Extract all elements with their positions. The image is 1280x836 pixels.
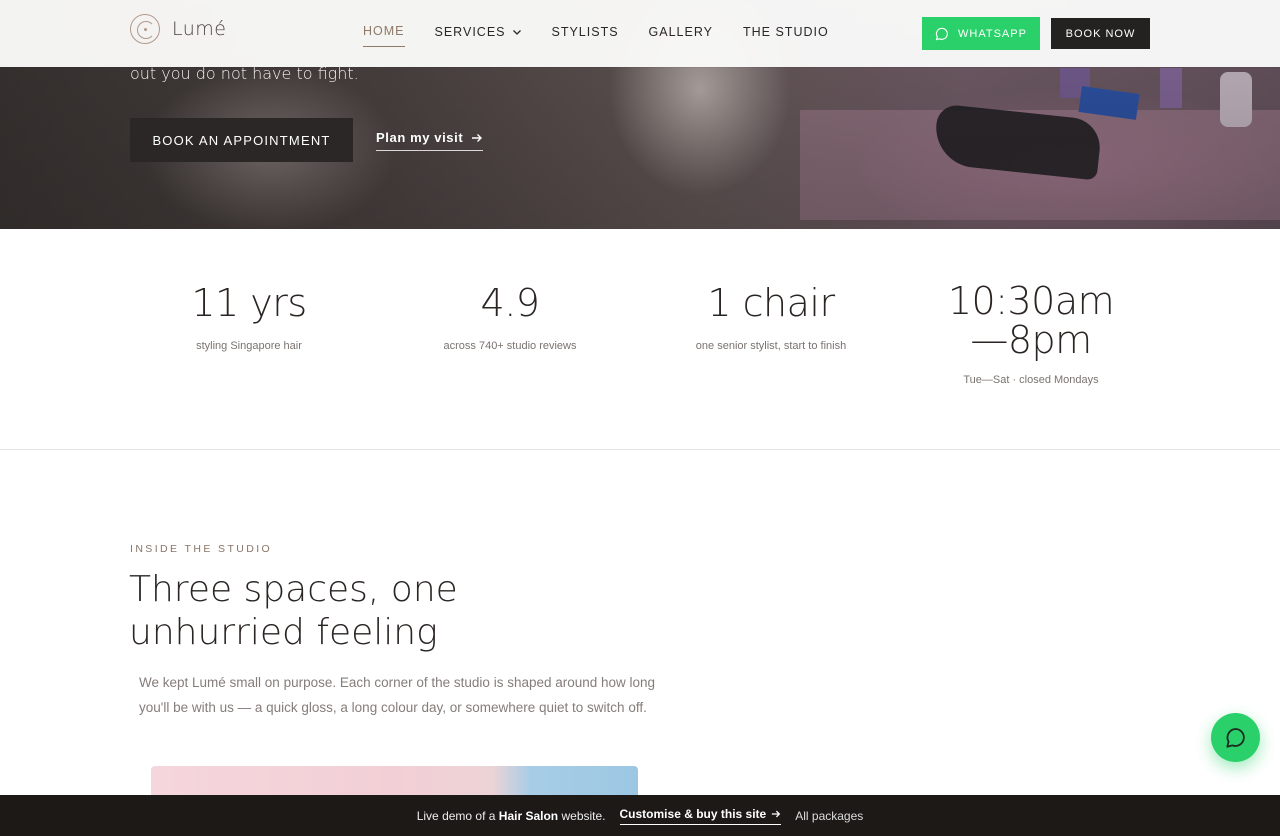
all-packages-link[interactable]: All packages bbox=[795, 809, 863, 823]
stat-label: one senior stylist, start to finish bbox=[695, 340, 847, 352]
section-title: Three spaces, one unhurried feeling bbox=[129, 569, 458, 653]
section-eyebrow: INSIDE THE STUDIO bbox=[130, 543, 273, 555]
demo-text: Live demo of a Hair Salon website. bbox=[417, 809, 606, 823]
chat-button[interactable] bbox=[1211, 713, 1260, 762]
demo-site-type: Hair Salon bbox=[498, 808, 559, 823]
nav-item-home[interactable]: HOME bbox=[363, 24, 405, 47]
whatsapp-button[interactable]: WHATSAPP bbox=[922, 17, 1040, 50]
site-header: Lumé HOME SERVICES STYLISTS GALLERY THE … bbox=[0, 0, 1280, 67]
stat-value: 1 chair bbox=[707, 281, 835, 325]
logo-mark-icon bbox=[130, 14, 160, 44]
arrow-right-icon bbox=[472, 133, 483, 142]
customise-label: Customise & buy this site bbox=[619, 806, 767, 821]
stat-value: 10:30am—8pm bbox=[947, 279, 1115, 362]
chat-bubble-icon bbox=[935, 27, 948, 40]
nav-item-stylists[interactable]: STYLISTS bbox=[552, 24, 619, 47]
stat-value: 4.9 bbox=[480, 281, 540, 325]
chevron-down-icon bbox=[512, 29, 521, 35]
nav-item-gallery[interactable]: GALLERY bbox=[649, 24, 713, 47]
arrow-right-icon bbox=[772, 810, 781, 817]
plan-visit-link[interactable]: Plan my visit bbox=[376, 130, 484, 151]
stat-value: 11 yrs bbox=[191, 281, 307, 325]
customise-link[interactable]: Customise & buy this site bbox=[619, 806, 782, 825]
book-appointment-button[interactable]: BOOK AN APPOINTMENT bbox=[130, 118, 353, 162]
section-body: We kept Lumé small on purpose. Each corn… bbox=[139, 675, 656, 715]
book-now-button[interactable]: BOOK NOW bbox=[1051, 18, 1150, 49]
nav-item-services[interactable]: SERVICES bbox=[435, 24, 522, 47]
stat-label: Tue—Sat · closed Mondays bbox=[963, 374, 1099, 386]
stat-item: 4.9 across 740+ studio reviews bbox=[380, 282, 640, 352]
stat-label: styling Singapore hair bbox=[196, 340, 302, 352]
logo-text: Lumé bbox=[172, 18, 227, 40]
main-nav: HOME SERVICES STYLISTS GALLERY THE STUDI… bbox=[363, 24, 829, 47]
demo-prefix: Live demo of a bbox=[416, 808, 496, 823]
nav-item-services-label: SERVICES bbox=[434, 24, 506, 39]
stat-label: across 740+ studio reviews bbox=[443, 340, 577, 352]
stat-item: 1 chair one senior stylist, start to fin… bbox=[641, 282, 901, 352]
whatsapp-label: WHATSAPP bbox=[958, 27, 1027, 40]
stat-item: 11 yrs styling Singapore hair bbox=[119, 282, 379, 352]
chat-bubble-icon bbox=[1225, 727, 1245, 748]
demo-suffix: website. bbox=[561, 808, 606, 823]
stat-item: 10:30am—8pm Tue—Sat · closed Mondays bbox=[901, 279, 1161, 387]
demo-bar: Live demo of a Hair Salon website. Custo… bbox=[0, 795, 1280, 836]
stats-section: 11 yrs styling Singapore hair 4.9 across… bbox=[0, 229, 1280, 450]
nav-item-the-studio[interactable]: THE STUDIO bbox=[743, 24, 829, 47]
plan-visit-label: Plan my visit bbox=[376, 130, 464, 145]
logo[interactable]: Lumé bbox=[130, 14, 227, 44]
